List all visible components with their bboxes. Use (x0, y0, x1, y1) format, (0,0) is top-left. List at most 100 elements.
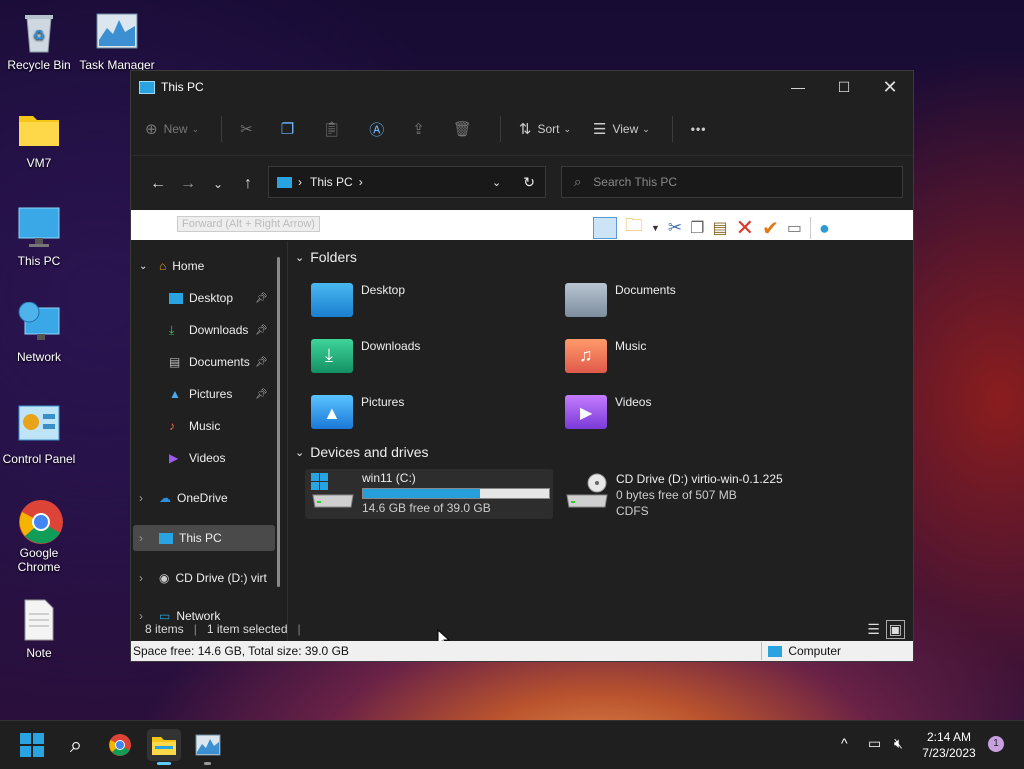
address-dropdown-icon[interactable]: ⌄ (492, 176, 501, 189)
taskbar-file-explorer[interactable] (147, 729, 181, 765)
checkmark-icon[interactable]: ✔ (762, 216, 779, 241)
pin-icon[interactable]: 📌︎ (255, 325, 268, 336)
desktop-icon-task-manager[interactable]: Task Manager (78, 10, 156, 72)
sidebar-item-cd-drive[interactable]: › ◉ CD Drive (D:) virt (139, 565, 267, 591)
taskbar-task-manager[interactable] (191, 729, 225, 765)
paste-button[interactable]: 📋︎ (322, 120, 347, 138)
desktop-icon-network[interactable]: Network (0, 301, 78, 364)
videos-folder-icon: ▶ (565, 395, 607, 429)
address-bar[interactable]: › This PC › ⌄ ↻ (268, 166, 546, 198)
address-path[interactable]: This PC (310, 175, 353, 189)
scissors-icon[interactable]: ✂ (668, 218, 682, 238)
shell-icon[interactable]: ● (819, 218, 830, 239)
paste-icon[interactable]: ▤ (713, 218, 728, 238)
back-arrow-icon[interactable]: ← (143, 175, 173, 193)
network-icon (17, 301, 61, 346)
pane-divider[interactable] (287, 241, 288, 641)
pin-icon[interactable]: 📌︎ (255, 293, 268, 304)
network-status-icon[interactable]: ▭ (868, 735, 881, 752)
folder-music[interactable]: ♫ Music (565, 339, 646, 373)
chevron-right-icon[interactable]: › (359, 175, 363, 189)
taskbar-chrome[interactable] (103, 729, 137, 761)
search-box[interactable]: ⌕ Search This PC (561, 166, 903, 198)
divider (761, 642, 763, 660)
folder-videos[interactable]: ▶ Videos (565, 395, 651, 429)
drive-d-filesystem: CDFS (616, 504, 649, 518)
pin-icon[interactable]: 📌︎ (255, 357, 268, 368)
sidebar-item-pictures[interactable]: ▲ Pictures 📌︎ (169, 381, 269, 407)
sidebar-item-downloads[interactable]: ⤓ Downloads 📌︎ (169, 317, 269, 343)
sidebar-scrollbar[interactable] (277, 257, 280, 587)
navigation-pane-icon[interactable] (593, 217, 617, 239)
view-button[interactable]: ☰ View ⌄ (593, 120, 650, 138)
sidebar-item-this-pc[interactable]: › This PC (133, 525, 275, 551)
desktop-icon-control-panel[interactable]: Control Panel (0, 404, 78, 466)
folder-desktop[interactable]: Desktop (311, 283, 405, 317)
chrome-icon (17, 498, 63, 544)
drive-c-usage-fill (363, 489, 481, 498)
search-placeholder: Search This PC (593, 175, 678, 189)
share-button[interactable]: ⇪ (412, 120, 431, 138)
close-button[interactable]: ✕ (867, 71, 913, 103)
recent-locations-chevron-icon[interactable]: ⌄ (203, 177, 233, 191)
refresh-icon[interactable]: ↻ (523, 174, 535, 191)
folder-documents[interactable]: Documents (565, 283, 676, 317)
sidebar-item-videos[interactable]: ▶ Videos (169, 445, 225, 471)
sidebar-item-music[interactable]: ♪ Music (169, 413, 220, 439)
notification-badge[interactable]: 1 (988, 736, 1004, 752)
folders-group-header[interactable]: ⌄ Folders (295, 249, 357, 265)
dropdown-arrow-icon[interactable]: ▼ (651, 223, 660, 233)
desktop-icon-vm7[interactable]: VM7 (0, 108, 78, 170)
cut-button[interactable]: ✂ (240, 120, 259, 138)
folder-check-icon[interactable]: 🗀 (625, 213, 643, 243)
chevron-down-icon[interactable]: ⌄ (139, 261, 153, 272)
sidebar-item-desktop[interactable]: Desktop 📌︎ (169, 285, 269, 311)
chevron-down-icon[interactable]: ⌄ (295, 251, 304, 264)
forward-arrow-icon[interactable]: → (173, 175, 203, 193)
clock[interactable]: 2:14 AM 7/23/2023 (918, 729, 980, 761)
rename-button[interactable]: Ⓐ (369, 119, 390, 140)
chevron-right-icon[interactable]: › (139, 491, 153, 505)
folder-pictures[interactable]: ▲ Pictures (311, 395, 404, 429)
new-button[interactable]: ⊕ New ⌄ (145, 120, 199, 138)
sidebar-item-documents[interactable]: ▤ Documents 📌︎ (169, 349, 269, 375)
forward-tooltip: Forward (Alt + Right Arrow) (177, 216, 320, 232)
desktop-icon-google-chrome[interactable]: Google Chrome (0, 498, 78, 574)
start-button[interactable] (15, 729, 49, 761)
minimize-button[interactable]: — (775, 71, 821, 103)
search-button[interactable]: ⌕ (59, 729, 93, 761)
divider: | (297, 622, 301, 636)
show-hidden-icons-button[interactable]: ^ (841, 735, 848, 751)
desktop-icon-label: Note (26, 646, 52, 660)
drive-c[interactable]: win11 (C:) 14.6 GB free of 39.0 GB (305, 469, 553, 519)
drives-group-header[interactable]: ⌄ Devices and drives (295, 444, 429, 460)
more-options-button[interactable]: ••• (691, 122, 707, 136)
delete-x-icon[interactable]: ✕ (736, 217, 754, 239)
home-icon: ⌂ (159, 259, 167, 273)
window-title: This PC (161, 80, 204, 94)
up-arrow-icon[interactable]: ↑ (233, 175, 263, 193)
desktop-icon-note[interactable]: Note (0, 598, 78, 660)
chevron-down-icon[interactable]: ⌄ (295, 446, 304, 459)
tiles-view-icon[interactable]: ▣ (885, 619, 905, 639)
pin-icon[interactable]: 📌︎ (255, 389, 268, 400)
delete-button[interactable]: 🗑︎ (453, 120, 478, 138)
properties-icon[interactable]: ▭ (787, 218, 802, 238)
chevron-right-icon[interactable]: › (139, 571, 153, 585)
drive-d-free-space: 0 bytes free of 507 MB (616, 488, 737, 502)
drive-d[interactable]: CD Drive (D:) virtio-win-0.1.225 0 bytes… (563, 469, 823, 519)
folder-downloads[interactable]: ⤓ Downloads (311, 339, 420, 373)
copy-button[interactable]: ❐ (281, 120, 300, 138)
volume-muted-icon[interactable]: 🔇︎ (894, 735, 903, 752)
desktop-icon-recycle-bin[interactable]: ♻ Recycle Bin (0, 10, 78, 72)
chevron-right-icon[interactable]: › (139, 531, 153, 545)
copy-icon[interactable]: ❐ (690, 218, 704, 238)
sort-button[interactable]: ⇅ Sort ⌄ (519, 120, 571, 138)
title-bar[interactable]: This PC — ☐ ✕ (131, 71, 913, 103)
details-view-icon[interactable]: ☰ (867, 621, 880, 638)
desktop-icon-this-pc[interactable]: This PC (0, 206, 78, 268)
cd-drive-icon (565, 473, 609, 509)
sidebar-item-home[interactable]: ⌄ ⌂ Home (139, 253, 204, 279)
sidebar-item-onedrive[interactable]: › ☁ OneDrive (139, 485, 228, 511)
maximize-button[interactable]: ☐ (821, 71, 867, 103)
